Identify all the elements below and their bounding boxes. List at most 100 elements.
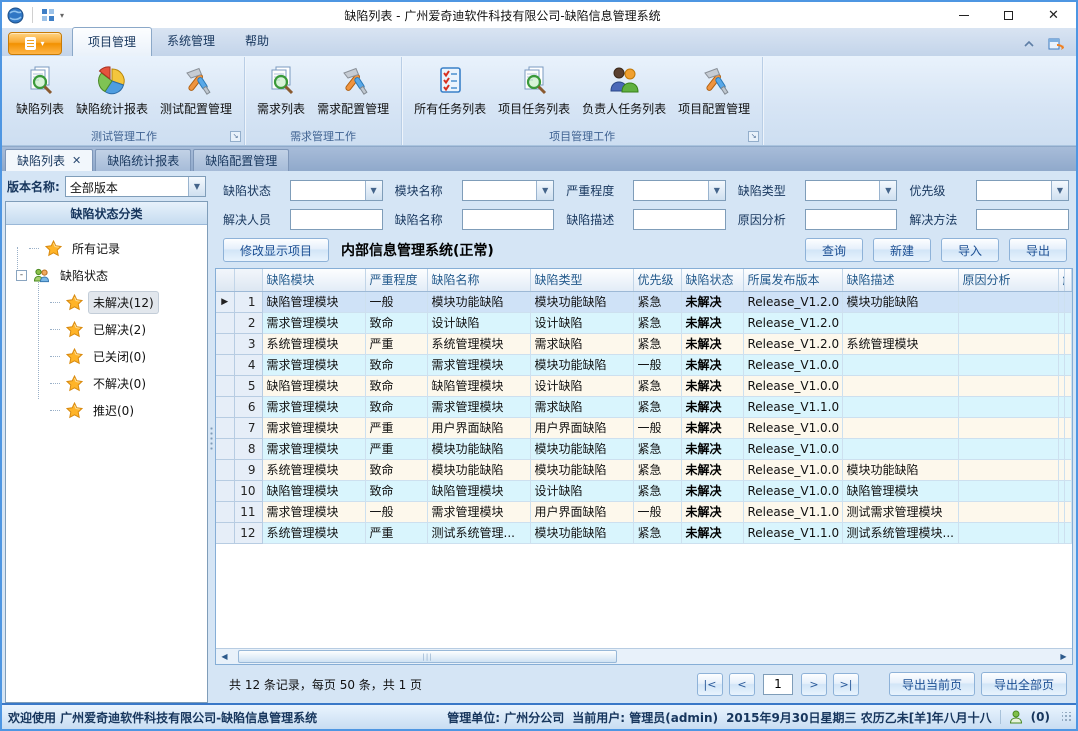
ribbon-button-缺陷统计报表[interactable]: 缺陷统计报表: [70, 61, 154, 119]
application-menu-button[interactable]: ▾: [8, 32, 62, 55]
chevron-down-icon: ▼: [879, 181, 896, 200]
tree-item-推迟(0)[interactable]: 推迟(0): [12, 397, 203, 424]
doc-tab-缺陷列表[interactable]: 缺陷列表✕: [5, 149, 93, 171]
resize-grip[interactable]: [1062, 712, 1072, 722]
column-header-缺陷名称[interactable]: 缺陷名称: [427, 269, 530, 291]
window-switch-icon[interactable]: [1048, 36, 1066, 52]
doc-search-icon: [24, 64, 56, 96]
table-row[interactable]: 4需求管理模块致命需求管理模块模块功能缺陷一般未解决Release_V1.0.0: [216, 354, 1072, 375]
table-row[interactable]: 2需求管理模块致命设计缺陷设计缺陷紧急未解决Release_V1.2.0: [216, 312, 1072, 333]
chevron-down-icon: ▾: [40, 39, 44, 48]
prev-page-button[interactable]: <: [729, 673, 755, 696]
column-header-缺陷状态[interactable]: 缺陷状态: [681, 269, 743, 291]
table-row[interactable]: 6需求管理模块致命需求管理模块需求缺陷紧急未解决Release_V1.1.0: [216, 396, 1072, 417]
close-tab-icon[interactable]: ✕: [72, 155, 81, 166]
cell-filler: [1065, 396, 1072, 417]
doc-tab-label: 缺陷配置管理: [205, 152, 277, 169]
minimize-button[interactable]: [941, 2, 986, 28]
scrollbar-thumb[interactable]: |||: [238, 650, 617, 663]
ribbon-button-所有任务列表[interactable]: 所有任务列表: [408, 61, 492, 119]
查询-button[interactable]: 查询: [805, 238, 863, 262]
缺陷描述-input[interactable]: [633, 209, 726, 230]
严重程度-select[interactable]: ▼: [633, 180, 726, 201]
cell-所属发布版本: Release_V1.0.0: [743, 480, 842, 501]
cell-优先级: 紧急: [633, 522, 681, 543]
row-number: 10: [234, 480, 262, 501]
tree-expander-icon[interactable]: -: [16, 270, 27, 281]
quick-access-icon[interactable]: [41, 8, 56, 23]
tools-icon: [698, 64, 730, 96]
解决方法-input[interactable]: [976, 209, 1069, 230]
export-all-pages-button[interactable]: 导出全部页: [981, 672, 1067, 696]
table-row[interactable]: 12系统管理模块严重测试系统管理...模块功能缺陷紧急未解决Release_V1…: [216, 522, 1072, 543]
column-header-优先级[interactable]: 优先级: [633, 269, 681, 291]
column-header-缺陷模块[interactable]: 缺陷模块: [262, 269, 365, 291]
column-header-缺陷类型[interactable]: 缺陷类型: [530, 269, 633, 291]
column-header-所属发布版本[interactable]: 所属发布版本: [743, 269, 842, 291]
export-current-page-button[interactable]: 导出当前页: [889, 672, 975, 696]
next-page-button[interactable]: >: [801, 673, 827, 696]
last-page-button[interactable]: >|: [833, 673, 859, 696]
ribbon-tab-系统管理[interactable]: 系统管理: [152, 27, 230, 56]
column-header-原因分析[interactable]: 原因分析: [958, 269, 1058, 291]
row-indicator: [216, 501, 234, 522]
tree-item-所有记录[interactable]: 所有记录: [12, 235, 203, 262]
column-header-解决方法[interactable]: 解决方法: [1058, 269, 1065, 291]
doc-tab-缺陷配置管理[interactable]: 缺陷配置管理: [193, 149, 289, 171]
tree-item-已关闭(0)[interactable]: 已关闭(0): [12, 343, 203, 370]
grid-corner-header: [234, 269, 262, 291]
close-button[interactable]: ✕: [1031, 2, 1076, 28]
优先级-select[interactable]: ▼: [976, 180, 1069, 201]
ribbon-button-项目任务列表[interactable]: 项目任务列表: [492, 61, 576, 119]
ribbon-button-测试配置管理[interactable]: 测试配置管理: [154, 61, 238, 119]
ribbon-button-需求配置管理[interactable]: 需求配置管理: [311, 61, 395, 119]
table-row[interactable]: ▶1缺陷管理模块一般模块功能缺陷模块功能缺陷紧急未解决Release_V1.2.…: [216, 291, 1072, 312]
chevron-down-icon: ▼: [365, 181, 382, 200]
tree-item-缺陷状态[interactable]: -缺陷状态: [12, 262, 203, 289]
panel-splitter[interactable]: [208, 174, 215, 703]
ribbon-tab-帮助[interactable]: 帮助: [230, 27, 284, 56]
ribbon-button-缺陷列表[interactable]: 缺陷列表: [10, 61, 70, 119]
导出-button[interactable]: 导出: [1009, 238, 1067, 262]
缺陷状态-select[interactable]: ▼: [290, 180, 383, 201]
ribbon-tab-项目管理[interactable]: 项目管理: [72, 27, 152, 57]
doc-search-icon: [265, 64, 297, 96]
table-row[interactable]: 5缺陷管理模块致命缺陷管理模块设计缺陷紧急未解决Release_V1.0.0: [216, 375, 1072, 396]
table-row[interactable]: 10缺陷管理模块致命缺陷管理模块设计缺陷紧急未解决Release_V1.0.0缺…: [216, 480, 1072, 501]
version-select[interactable]: 全部版本 ▼: [65, 176, 206, 197]
first-page-button[interactable]: |<: [697, 673, 723, 696]
table-row[interactable]: 8需求管理模块严重模块功能缺陷模块功能缺陷紧急未解决Release_V1.0.0: [216, 438, 1072, 459]
解决人员-input[interactable]: [290, 209, 383, 230]
modify-columns-button[interactable]: 修改显示项目: [223, 238, 329, 262]
模块名称-select[interactable]: ▼: [462, 180, 555, 201]
table-row[interactable]: 11需求管理模块一般需求管理模块用户界面缺陷一般未解决Release_V1.1.…: [216, 501, 1072, 522]
horizontal-scrollbar[interactable]: ◀ ||| ▶: [216, 648, 1072, 664]
原因分析-input[interactable]: [805, 209, 898, 230]
ribbon-button-负责人任务列表[interactable]: 负责人任务列表: [576, 61, 672, 119]
table-row[interactable]: 9系统管理模块致命模块功能缺陷模块功能缺陷紧急未解决Release_V1.0.0…: [216, 459, 1072, 480]
collapse-ribbon-icon[interactable]: [1022, 39, 1036, 49]
dialog-launcher-icon[interactable]: ↘: [748, 131, 759, 142]
tree-item-不解决(0)[interactable]: 不解决(0): [12, 370, 203, 397]
ribbon-button-项目配置管理[interactable]: 项目配置管理: [672, 61, 756, 119]
缺陷名称-input[interactable]: [462, 209, 555, 230]
dialog-launcher-icon[interactable]: ↘: [230, 131, 241, 142]
scroll-right-icon[interactable]: ▶: [1056, 652, 1071, 661]
column-header-严重程度[interactable]: 严重程度: [365, 269, 427, 291]
table-row[interactable]: 3系统管理模块严重系统管理模块需求缺陷紧急未解决Release_V1.2.0系统…: [216, 333, 1072, 354]
导入-button[interactable]: 导入: [941, 238, 999, 262]
page-number-input[interactable]: [763, 674, 793, 695]
缺陷类型-select[interactable]: ▼: [805, 180, 898, 201]
scroll-left-icon[interactable]: ◀: [217, 652, 232, 661]
table-row[interactable]: 7需求管理模块严重用户界面缺陷用户界面缺陷一般未解决Release_V1.0.0: [216, 417, 1072, 438]
cell-原因分析: [958, 501, 1058, 522]
新建-button[interactable]: 新建: [873, 238, 931, 262]
maximize-button[interactable]: [986, 2, 1031, 28]
tree-item-已解决(2)[interactable]: 已解决(2): [12, 316, 203, 343]
ribbon-button-需求列表[interactable]: 需求列表: [251, 61, 311, 119]
column-header-缺陷描述[interactable]: 缺陷描述: [842, 269, 958, 291]
tree-item-未解决(12)[interactable]: 未解决(12): [12, 289, 203, 316]
messages-user-icon[interactable]: [1009, 710, 1023, 724]
doc-tab-缺陷统计报表[interactable]: 缺陷统计报表: [95, 149, 191, 171]
cell-filler: [1065, 312, 1072, 333]
